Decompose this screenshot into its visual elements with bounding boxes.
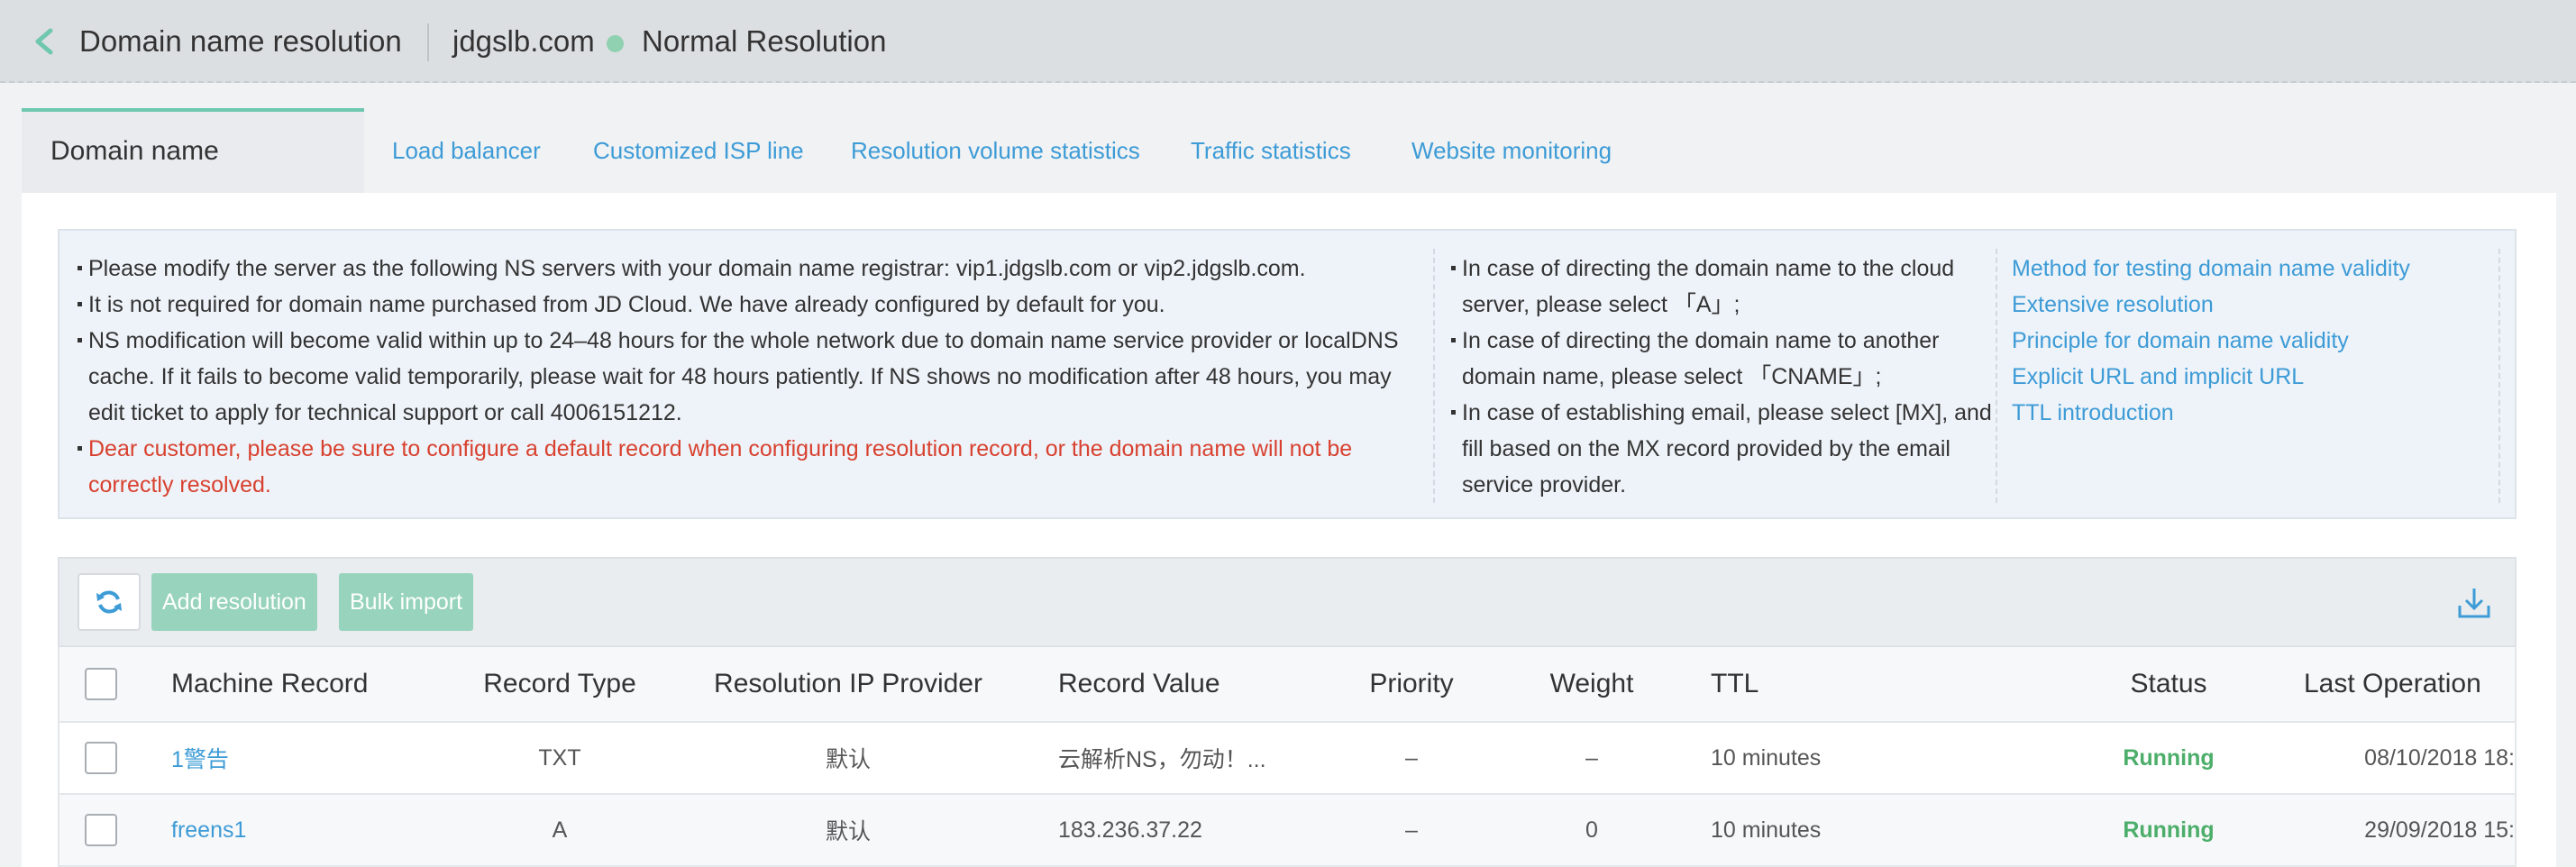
weight: 0: [1585, 817, 1598, 843]
select-all-checkbox[interactable]: [85, 668, 117, 700]
help-link[interactable]: Principle for domain name validity: [2012, 323, 2480, 359]
priority: –: [1405, 817, 1418, 843]
machine-record-link[interactable]: freens1: [171, 795, 442, 865]
column-header[interactable]: Resolution IP Provider: [681, 647, 1015, 721]
priority: –: [1405, 744, 1418, 771]
column-header[interactable]: Record Type: [447, 647, 672, 721]
main-panel: Please modify the server as the followin…: [22, 193, 2556, 867]
record-toolbar: Add resolution Bulk import: [58, 557, 2517, 647]
tab-resolution-volume-statistics[interactable]: Resolution volume statistics: [851, 108, 1140, 193]
column-header[interactable]: Machine Record: [171, 647, 442, 721]
page-title: Domain name resolution: [79, 24, 402, 58]
notice-item: NS modification will become valid within…: [78, 323, 1420, 431]
table-row: 1警告 TXT 默认 云解析NS，勿动！... – – 10 minutes R…: [58, 723, 2517, 795]
machine-record-link[interactable]: 1警告: [171, 723, 442, 793]
ns-instructions: Please modify the server as the followin…: [78, 251, 1420, 503]
notice-warning: Dear customer, please be sure to configu…: [78, 431, 1420, 503]
notice-divider: [1433, 249, 1435, 503]
help-link[interactable]: TTL introduction: [2012, 395, 2480, 431]
add-resolution-button[interactable]: Add resolution: [151, 573, 317, 631]
notice-divider: [1996, 249, 1997, 503]
notice-item: Please modify the server as the followin…: [78, 251, 1420, 287]
row-checkbox[interactable]: [85, 742, 117, 774]
ttl: 10 minutes: [1711, 744, 1822, 771]
record-type-tips: In case of directing the domain name to …: [1451, 251, 1992, 503]
ip-provider: 默认: [825, 819, 871, 844]
ip-provider: 默认: [825, 747, 871, 772]
help-link[interactable]: Explicit URL and implicit URL: [2012, 359, 2480, 395]
last-operation: 08/10/2018 18:: [2364, 744, 2515, 771]
row-checkbox[interactable]: [85, 814, 117, 846]
status-dot-icon: [607, 35, 624, 52]
download-icon[interactable]: [2457, 586, 2491, 620]
help-link[interactable]: Extensive resolution: [2012, 287, 2480, 323]
column-header[interactable]: Record Value: [1058, 647, 1293, 721]
notice-item: In case of directing the domain name to …: [1451, 251, 1992, 323]
notice-item: In case of establishing email, please se…: [1451, 395, 1992, 503]
record-value: 云解析NS，勿动！...: [1058, 747, 1266, 772]
status-badge: Running: [2123, 744, 2215, 771]
record-value: 183.236.37.22: [1058, 817, 1202, 843]
records-table: Machine Record Record Type Resolution IP…: [58, 647, 2517, 867]
table-header-row: Machine Record Record Type Resolution IP…: [58, 647, 2517, 723]
record-type: TXT: [538, 744, 581, 771]
column-header[interactable]: Weight: [1520, 647, 1664, 721]
notice-item: It is not required for domain name purch…: [78, 287, 1420, 323]
help-link[interactable]: Method for testing domain name validity: [2012, 251, 2480, 287]
refresh-button[interactable]: [78, 573, 141, 631]
header-divider: [427, 23, 429, 61]
column-header[interactable]: Priority: [1339, 647, 1484, 721]
status-badge: Running: [2123, 817, 2215, 843]
tab-domain-resolution[interactable]: Domain name resolution: [22, 108, 364, 245]
notice-panel: Please modify the server as the followin…: [58, 229, 2517, 519]
refresh-icon: [96, 590, 122, 614]
page-header: Domain name resolution jdgslb.com Normal…: [0, 0, 2576, 83]
tab-bar: Domain name resolution Load balancer Cus…: [22, 108, 2556, 245]
tab-load-balancer[interactable]: Load balancer: [392, 108, 541, 193]
column-header[interactable]: TTL: [1711, 647, 1981, 721]
tab-traffic-statistics[interactable]: Traffic statistics: [1191, 108, 1351, 193]
column-header[interactable]: Status: [2033, 647, 2304, 721]
domain-status: Normal Resolution: [642, 24, 887, 58]
tab-customized-isp-line[interactable]: Customized ISP line: [593, 108, 804, 193]
notice-item: In case of directing the domain name to …: [1451, 323, 1992, 395]
back-arrow-icon[interactable]: [31, 27, 58, 56]
record-type: A: [552, 817, 568, 843]
tab-website-monitoring[interactable]: Website monitoring: [1411, 108, 1612, 193]
ttl: 10 minutes: [1711, 817, 1822, 843]
bulk-import-button[interactable]: Bulk import: [339, 573, 474, 631]
help-links: Method for testing domain name validity …: [2012, 251, 2480, 431]
last-operation: 29/09/2018 15:: [2364, 817, 2515, 843]
domain-name: jdgslb.com: [452, 24, 595, 58]
column-header[interactable]: Last Operation: [2304, 647, 2515, 721]
notice-divider: [2498, 249, 2500, 503]
table-row: freens1 A 默认 183.236.37.22 – 0 10 minute…: [58, 795, 2517, 867]
weight: –: [1585, 744, 1598, 771]
